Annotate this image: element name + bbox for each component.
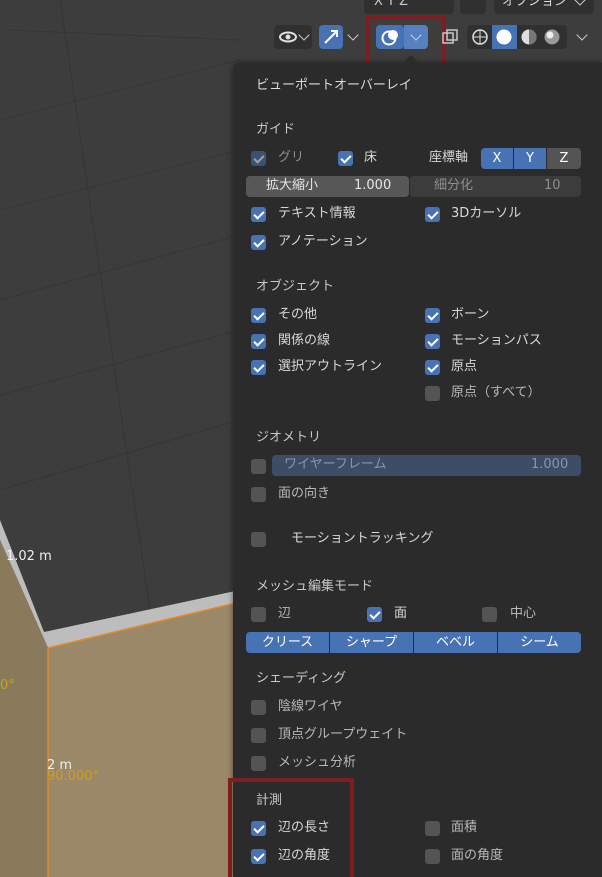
scale-value: 1.000: [354, 178, 392, 193]
axes-label: 座標軸: [429, 150, 469, 165]
origins-label: 原点: [451, 359, 478, 374]
wireframe-shading-icon[interactable]: [471, 28, 489, 46]
measure-edge-label: 1.02 m: [6, 549, 52, 564]
relationship-lines-checkbox[interactable]: [251, 334, 266, 349]
subdivisions-value: 10: [544, 178, 561, 193]
annotations-label: アノテーション: [278, 234, 368, 249]
bevel-toggle[interactable]: ベベル: [414, 632, 497, 653]
center-label: 中心: [510, 606, 537, 621]
floor-label: 床: [364, 150, 378, 165]
measurement-highlight-frame: [228, 778, 354, 877]
face-orientation-checkbox[interactable]: [251, 487, 266, 502]
sharp-toggle[interactable]: シャープ: [330, 632, 413, 653]
section-geometry-heading: ジオメトリ: [256, 430, 322, 445]
material-shading-icon[interactable]: [520, 28, 538, 46]
measure-angle-label-left: 0°: [0, 678, 15, 693]
section-shading-heading: シェーディング: [256, 671, 347, 686]
eye-icon: [279, 31, 297, 43]
seam-toggle[interactable]: シーム: [498, 632, 581, 653]
edges-label: 辺: [278, 606, 292, 621]
chevron-down-icon: [574, 0, 586, 6]
extras-label: その他: [278, 307, 318, 322]
axis-toggle-group[interactable]: X Y Z: [364, 0, 454, 14]
wireframe-slider[interactable]: ワイヤーフレーム 1.000: [272, 455, 581, 476]
faces-label: 面: [394, 606, 408, 621]
crease-toggle[interactable]: クリース: [246, 632, 329, 653]
face-angle-checkbox[interactable]: [425, 849, 440, 864]
popover-pointer: [403, 55, 419, 63]
motion-paths-checkbox[interactable]: [425, 334, 440, 349]
center-checkbox[interactable]: [482, 607, 497, 622]
wireframe-checkbox[interactable]: [251, 459, 266, 474]
bones-checkbox[interactable]: [425, 308, 440, 323]
grid-label: グリ: [278, 150, 305, 165]
origins-all-label: 原点（すべて）: [451, 385, 541, 400]
section-guides-heading: ガイド: [256, 122, 296, 137]
text-info-label: テキスト情報: [278, 206, 356, 221]
shading-mode-group[interactable]: [467, 25, 567, 49]
mesh-analysis-label: メッシュ分析: [278, 755, 357, 770]
grid-checkbox[interactable]: [251, 151, 266, 166]
outline-selected-label: 選択アウトライン: [278, 359, 383, 374]
mesh-analysis-checkbox[interactable]: [251, 756, 266, 771]
text-info-checkbox[interactable]: [251, 207, 266, 222]
scale-field[interactable]: 拡大縮小 1.000: [246, 176, 409, 197]
subdivisions-field[interactable]: 細分化 10: [410, 176, 581, 197]
axis-x-toggle[interactable]: X: [481, 148, 513, 169]
wireframe-value: 1.000: [531, 457, 569, 472]
popover-title: ビューポートオーバーレイ: [256, 78, 412, 93]
motion-tracking-checkbox[interactable]: [251, 532, 266, 547]
vertex-group-weights-label: 頂点グループウェイト: [278, 727, 408, 742]
axis-toggle-label: X Y Z: [374, 0, 409, 9]
relationship-lines-label: 関係の線: [278, 333, 331, 348]
viewport-overlays-popover: ビューポートオーバーレイ ガイド グリ 床 座標軸 X Y Z 拡大縮小 1.0…: [233, 55, 602, 877]
face-orientation-label: 面の向き: [278, 486, 331, 501]
subdivisions-label: 細分化: [434, 178, 474, 193]
vertex-group-weights-checkbox[interactable]: [251, 728, 266, 743]
face-area-label: 面積: [451, 820, 478, 835]
3d-cursor-label: 3Dカーソル: [451, 206, 522, 221]
options-dropdown[interactable]: オプション: [494, 0, 594, 14]
annotations-checkbox[interactable]: [251, 235, 266, 250]
hidden-wire-label: 陰線ワイヤ: [278, 699, 343, 714]
motion-tracking-label: モーショントラッキング: [291, 531, 434, 546]
edges-checkbox[interactable]: [251, 607, 266, 622]
solid-shading-button[interactable]: [492, 25, 517, 49]
measure-angle-label: 90.000°: [47, 769, 99, 784]
bones-label: ボーン: [451, 307, 490, 322]
chevron-down-icon: [298, 29, 310, 41]
wireframe-label: ワイヤーフレーム: [284, 457, 387, 472]
snap-icon[interactable]: [460, 0, 486, 14]
scale-label: 拡大縮小: [266, 178, 319, 193]
xray-icon[interactable]: [440, 28, 460, 48]
rendered-shading-icon[interactable]: [543, 28, 561, 46]
outline-selected-checkbox[interactable]: [251, 360, 266, 375]
motion-paths-label: モーションパス: [451, 333, 542, 348]
floor-checkbox[interactable]: [338, 151, 353, 166]
gizmo-icon: [324, 30, 338, 44]
faces-checkbox[interactable]: [367, 607, 382, 622]
section-objects-heading: オブジェクト: [256, 279, 335, 294]
section-mesh-edit-heading: メッシュ編集モード: [256, 579, 374, 594]
3d-cursor-checkbox[interactable]: [425, 207, 440, 222]
axis-z-toggle[interactable]: Z: [547, 148, 581, 169]
origins-checkbox[interactable]: [425, 360, 440, 375]
solid-shading-icon: [496, 29, 512, 45]
hidden-wire-checkbox[interactable]: [251, 700, 266, 715]
origins-all-checkbox[interactable]: [425, 386, 440, 401]
face-angle-label: 面の角度: [451, 848, 504, 863]
extras-checkbox[interactable]: [251, 308, 266, 323]
gizmo-toggle[interactable]: [319, 25, 343, 49]
face-area-checkbox[interactable]: [425, 821, 440, 836]
axis-y-toggle[interactable]: Y: [514, 148, 546, 169]
visibility-dropdown[interactable]: [274, 25, 312, 49]
options-label: オプション: [502, 0, 568, 9]
